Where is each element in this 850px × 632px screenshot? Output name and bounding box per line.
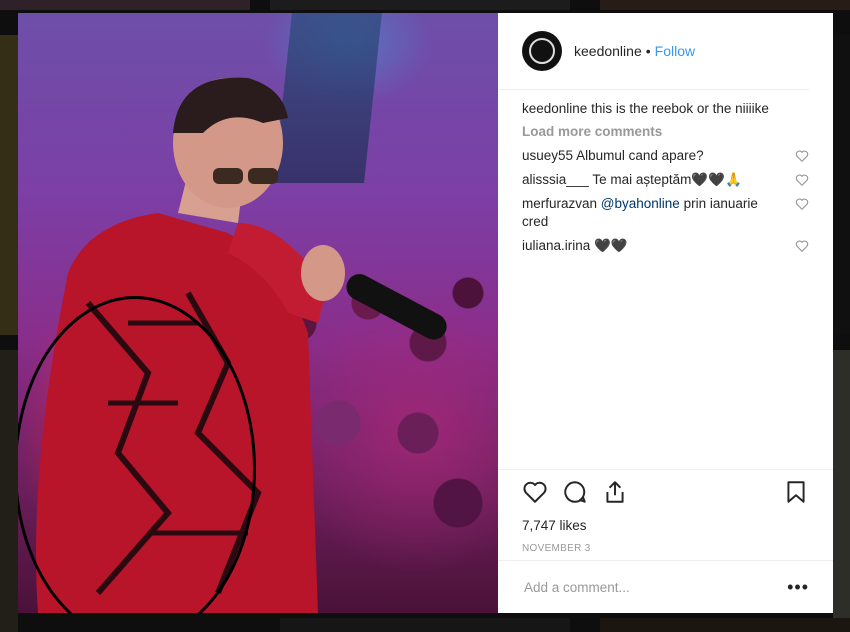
small-heart-icon[interactable] — [795, 173, 809, 187]
caption-text: this is the reebok or the niiiike — [591, 101, 769, 116]
comment-username[interactable]: iuliana.irina — [522, 238, 590, 253]
likes-count[interactable]: 7,747 likes — [498, 514, 833, 533]
heart-icon[interactable] — [522, 479, 548, 505]
post-username[interactable]: keedonline — [574, 43, 642, 59]
comment-item: iuliana.irina 🖤🖤 — [522, 237, 809, 255]
post-modal: keedonline • Follow keedonline this is t… — [18, 13, 833, 613]
comment-bubble-icon[interactable] — [562, 479, 588, 505]
small-heart-icon[interactable] — [795, 197, 809, 211]
post-side-panel: keedonline • Follow keedonline this is t… — [498, 13, 833, 613]
small-heart-icon[interactable] — [795, 239, 809, 253]
comment-input[interactable] — [522, 578, 776, 596]
comment-text: 🖤🖤 — [594, 238, 628, 253]
caption: keedonline this is the reebok or the nii… — [522, 100, 809, 118]
comment-item: merfurazvan @byahonline prin ianuarie cr… — [522, 195, 809, 231]
comment-text: Te mai așteptăm🖤🖤🙏 — [592, 172, 742, 187]
bookmark-icon[interactable] — [783, 479, 809, 505]
load-more-comments-button[interactable]: Load more comments — [522, 124, 809, 139]
add-comment-bar: ••• — [498, 560, 833, 613]
comments-section: keedonline this is the reebok or the nii… — [498, 90, 833, 469]
comment-username[interactable]: alisssia___ — [522, 172, 589, 187]
comment-username[interactable]: merfurazvan — [522, 196, 597, 211]
follow-button[interactable]: Follow — [655, 43, 695, 59]
comment-text: Albumul cand apare? — [576, 148, 704, 163]
more-options-button[interactable]: ••• — [787, 577, 809, 598]
comment-item: alisssia___ Te mai așteptăm🖤🖤🙏 — [522, 171, 809, 189]
small-heart-icon[interactable] — [795, 149, 809, 163]
post-header: keedonline • Follow — [498, 13, 809, 90]
separator-dot: • — [645, 43, 651, 59]
comment-username[interactable]: usuey55 — [522, 148, 573, 163]
profile-avatar[interactable] — [522, 31, 562, 71]
post-date: NOVEMBER 3 — [522, 543, 591, 554]
comment-mention[interactable]: @byahonline — [601, 196, 680, 211]
caption-username[interactable]: keedonline — [522, 101, 587, 116]
comment-item: usuey55 Albumul cand apare? — [522, 147, 809, 165]
post-photo[interactable] — [18, 13, 498, 613]
share-icon[interactable] — [602, 479, 628, 505]
action-bar — [498, 469, 833, 514]
